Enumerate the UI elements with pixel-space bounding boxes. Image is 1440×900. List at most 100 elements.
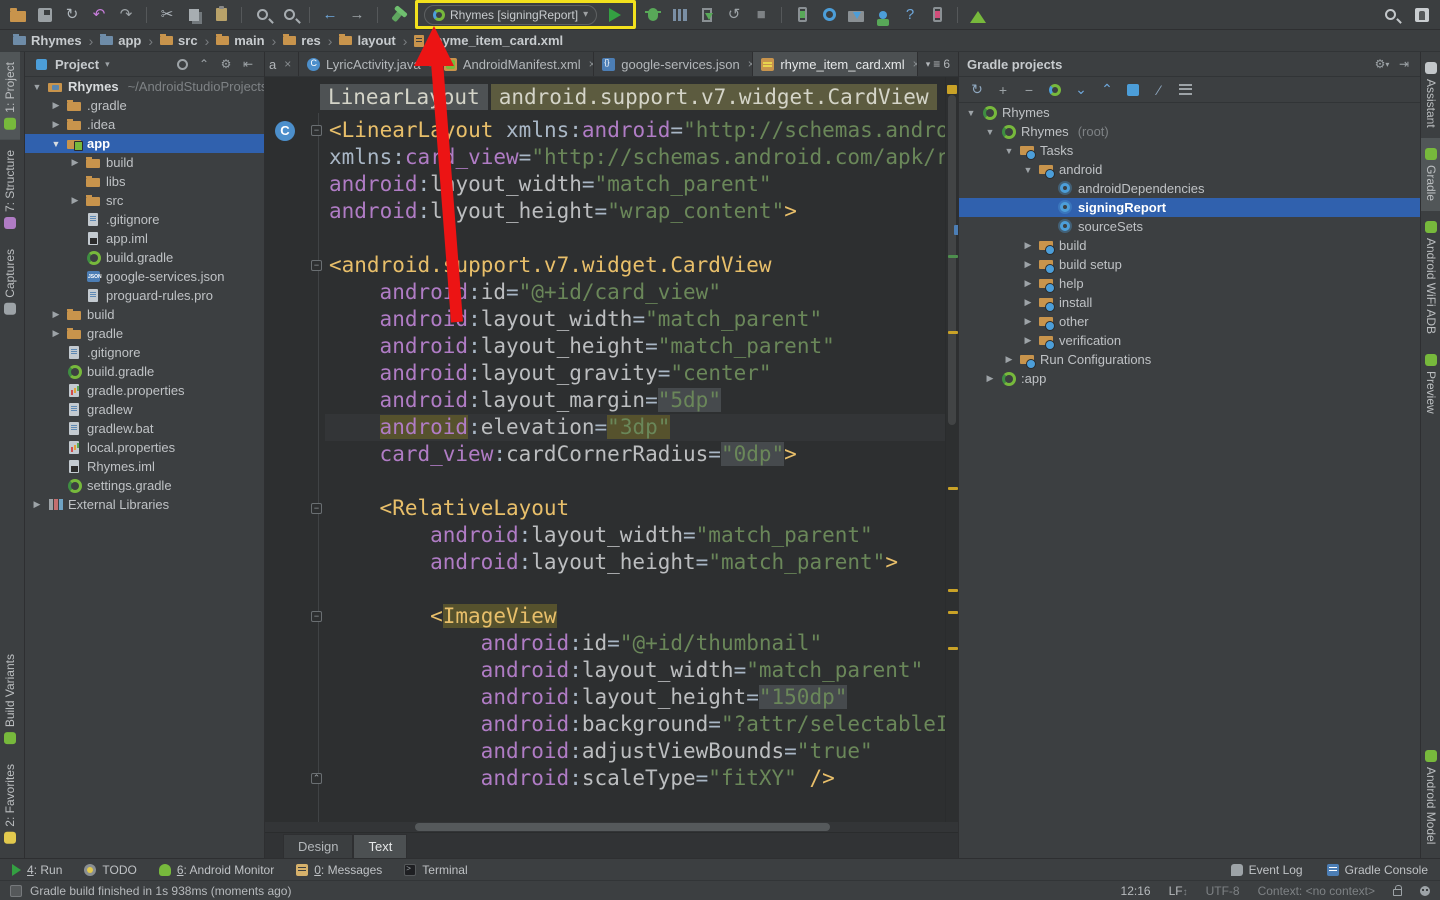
project-item-build-gradle[interactable]: build.gradle	[25, 362, 264, 381]
line-separator[interactable]: LF↕	[1169, 884, 1188, 898]
hide-panel-icon[interactable]: ⇥	[1396, 56, 1412, 72]
find-icon[interactable]	[250, 3, 274, 27]
fold-end-icon[interactable]: ⌃	[311, 773, 322, 784]
tab-rhyme-item-card-xml[interactable]: rhyme_item_card.xml×	[753, 52, 918, 76]
breadcrumb-item-rhyme-item-card-xml[interactable]: rhyme_item_card.xml	[411, 33, 566, 48]
project-item-libs[interactable]: libs	[25, 172, 264, 191]
toolwindow-button-messages[interactable]: 0: Messages	[296, 863, 382, 877]
expand-all-icon[interactable]: ⌄	[1073, 81, 1089, 98]
tree-arrow-icon[interactable]: ▶	[1003, 354, 1015, 365]
gradle-item-verification[interactable]: ▶ verification	[959, 331, 1420, 350]
error-stripe[interactable]	[945, 77, 958, 832]
tree-arrow-icon[interactable]: ▶	[69, 195, 81, 206]
project-item-gradlew[interactable]: gradlew	[25, 400, 264, 419]
avd-manager-icon[interactable]	[790, 3, 814, 27]
redo-icon[interactable]: ↷	[114, 3, 138, 27]
breadcrumb-item-app[interactable]: app	[97, 33, 144, 48]
tree-arrow-icon[interactable]: ▶	[1022, 316, 1034, 327]
project-item-build-gradle[interactable]: build.gradle	[25, 248, 264, 267]
device-monitor-icon[interactable]	[925, 3, 949, 27]
forward-icon[interactable]: →	[345, 3, 369, 27]
tree-arrow-icon[interactable]: ▶	[1022, 259, 1034, 270]
hide-panel-icon[interactable]: ⇤	[240, 56, 256, 72]
fold-collapse-icon[interactable]: −	[311, 503, 322, 514]
gradle-item-tasks[interactable]: ▼ Tasks	[959, 141, 1420, 160]
project-item-gradle-properties[interactable]: gradle.properties	[25, 381, 264, 400]
hector-inspector-icon[interactable]	[1420, 885, 1430, 896]
tool-strip-button-1-project[interactable]: 1: Project	[0, 52, 20, 140]
tree-arrow-icon[interactable]: ▶	[1022, 240, 1034, 251]
horizontal-scrollbar[interactable]	[265, 822, 958, 832]
gradle-item-build-setup[interactable]: ▶ build setup	[959, 255, 1420, 274]
gradle-item-androiddependencies[interactable]: androidDependencies	[959, 179, 1420, 198]
tree-arrow-icon[interactable]: ▶	[984, 373, 996, 384]
project-item-gradlew-bat[interactable]: gradlew.bat	[25, 419, 264, 438]
window-avatar-icon[interactable]	[1410, 3, 1434, 27]
project-item-rhymes[interactable]: ▼Rhymes~/AndroidStudioProjects/Rhymes	[25, 77, 264, 96]
stop-icon[interactable]: ■	[749, 3, 773, 27]
tree-arrow-icon[interactable]: ▶	[1022, 335, 1034, 346]
wifi-adb-icon[interactable]	[966, 3, 990, 27]
cut-icon[interactable]: ✂	[155, 3, 179, 27]
tool-strip-button-captures[interactable]: Captures	[0, 239, 20, 325]
refresh-gradle-icon[interactable]: ↻	[969, 81, 985, 98]
open-icon[interactable]	[6, 3, 30, 27]
toolwindow-button-run[interactable]: 4: Run	[12, 863, 62, 877]
help-icon[interactable]: ?	[898, 3, 922, 27]
tab-a[interactable]: a ×	[265, 52, 299, 76]
tab-androidmanifest-xml[interactable]: AndroidManifest.xml×	[436, 52, 595, 76]
select-module-icon[interactable]	[1125, 82, 1141, 98]
paste-icon[interactable]	[209, 3, 233, 27]
tree-arrow-icon[interactable]: ▼	[1022, 165, 1034, 175]
project-item-app[interactable]: ▼ app	[25, 134, 264, 153]
tree-arrow-icon[interactable]: ▼	[965, 108, 977, 118]
sync-project-gradle-icon[interactable]	[817, 3, 841, 27]
tool-strip-button-assistant[interactable]: Assistant	[1421, 52, 1440, 138]
project-item-google-services-json[interactable]: google-services.json	[25, 267, 264, 286]
tree-arrow-icon[interactable]: ▼	[1003, 146, 1015, 156]
tab-lyricactivity-java[interactable]: LyricActivity.java×	[299, 52, 436, 76]
gradle-item-other[interactable]: ▶ other	[959, 312, 1420, 331]
profile-icon[interactable]	[668, 3, 692, 27]
fold-collapse-icon[interactable]: −	[311, 260, 322, 271]
gradle-item-build[interactable]: ▶ build	[959, 236, 1420, 255]
tree-arrow-icon[interactable]: ▶	[31, 499, 43, 510]
gradle-item-sourcesets[interactable]: sourceSets	[959, 217, 1420, 236]
toolwindow-toggle-icon[interactable]	[10, 884, 22, 897]
tree-arrow-icon[interactable]: ▶	[1022, 297, 1034, 308]
tool-strip-button-build-variants[interactable]: Build Variants	[0, 644, 20, 754]
project-item-build[interactable]: ▶ build	[25, 153, 264, 172]
project-item-gradle[interactable]: ▶ .gradle	[25, 96, 264, 115]
editor-mode-tab-design[interactable]: Design	[283, 834, 354, 858]
toolwindow-button-todo[interactable]: TODO	[84, 863, 137, 877]
tree-arrow-icon[interactable]: ▶	[50, 100, 62, 111]
sdk-manager-icon[interactable]	[844, 3, 868, 27]
tool-strip-button-android-wifi-adb[interactable]: Android WiFi ADB	[1421, 211, 1440, 344]
gear-icon[interactable]: ⚙ ▾	[1374, 56, 1390, 72]
gradle-item-rhymes[interactable]: ▼ Rhymes	[959, 103, 1420, 122]
project-view-dropdown[interactable]: ▾	[105, 59, 110, 70]
tool-strip-button-2-favorites[interactable]: 2: Favorites	[0, 754, 20, 854]
close-icon[interactable]: ×	[429, 57, 435, 71]
tree-arrow-icon[interactable]: ▼	[50, 139, 62, 149]
project-item-rhymes-iml[interactable]: Rhymes.iml	[25, 457, 264, 476]
horizontal-scrollbar-thumb[interactable]	[415, 823, 830, 831]
project-item-gitignore[interactable]: .gitignore	[25, 343, 264, 362]
tool-strip-button-gradle[interactable]: Gradle	[1421, 137, 1440, 211]
copy-icon[interactable]	[182, 3, 206, 27]
vertical-scrollbar[interactable]	[948, 95, 956, 425]
gradle-item-app[interactable]: ▶:app	[959, 369, 1420, 388]
breadcrumb-item-res[interactable]: res	[280, 33, 324, 48]
project-item-local-properties[interactable]: local.properties	[25, 438, 264, 457]
caret-position[interactable]: 12:16	[1121, 884, 1151, 898]
editor-mode-tab-text[interactable]: Text	[353, 834, 408, 858]
save-all-icon[interactable]	[33, 3, 57, 27]
tree-arrow-icon[interactable]: ▼	[984, 127, 996, 137]
project-structure-icon[interactable]	[871, 3, 895, 27]
tree-arrow-icon[interactable]: ▶	[1022, 278, 1034, 289]
synchronize-icon[interactable]: ↻	[60, 3, 84, 27]
tool-strip-button-android-model[interactable]: Android Model	[1421, 740, 1440, 854]
search-everywhere-icon[interactable]	[1378, 3, 1402, 27]
stripe-mark[interactable]	[948, 255, 958, 258]
detach-project-icon[interactable]: −	[1021, 82, 1037, 98]
